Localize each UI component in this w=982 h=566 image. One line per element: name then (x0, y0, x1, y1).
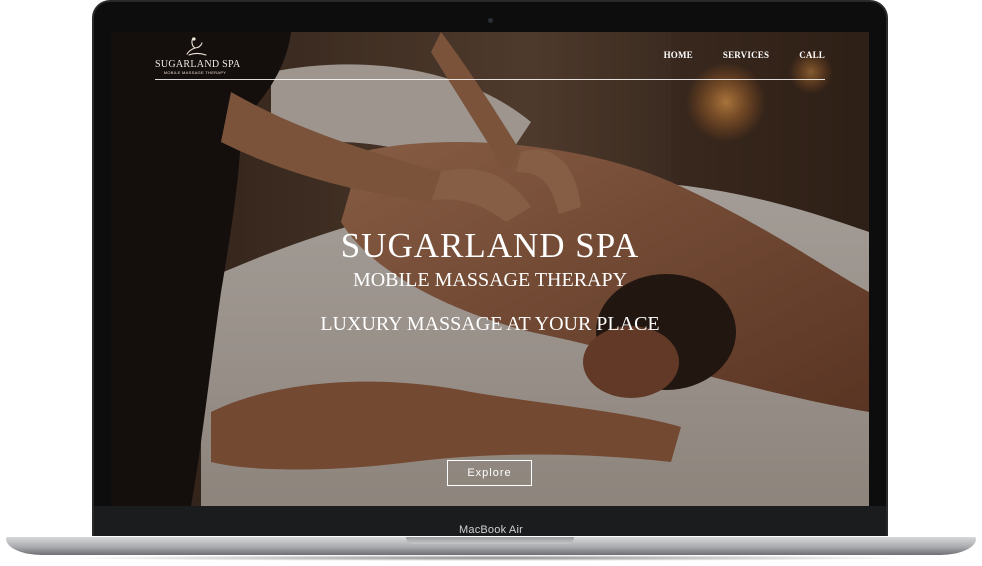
main-nav: HOME SERVICES CALL (664, 50, 825, 60)
logo-tagline: MOBILE MASSAGE THERAPY (163, 70, 227, 75)
laptop-shadow (60, 555, 922, 561)
hero-subtitle: MOBILE MASSAGE THERAPY (352, 269, 628, 291)
laptop-mockup: SUGARLAND SPA MOBILE MASSAGE THERAPY HOM… (0, 0, 982, 566)
explore-button[interactable]: Explore (447, 460, 532, 486)
hero-title: SUGARLAND SPA (340, 226, 640, 265)
logo-name: SUGARLAND SPA (155, 59, 241, 70)
laptop-base-notch (406, 537, 574, 544)
nav-link-home[interactable]: HOME (664, 50, 693, 60)
nav-link-services[interactable]: SERVICES (723, 50, 769, 60)
hero-tagline: LUXURY MASSAGE AT YOUR PLACE (320, 313, 660, 335)
header-divider (155, 79, 825, 80)
massage-figure-icon (186, 37, 207, 56)
camera-dot (488, 18, 493, 23)
nav-link-call[interactable]: CALL (799, 50, 825, 60)
site-logo[interactable]: SUGARLAND SPA MOBILE MASSAGE THERAPY (155, 36, 241, 75)
website-screen: SUGARLAND SPA MOBILE MASSAGE THERAPY HOM… (111, 32, 869, 506)
device-model-label: MacBook Air (459, 524, 523, 536)
hero-section: SUGARLAND SPA MOBILE MASSAGE THERAPY LUX… (111, 226, 869, 336)
